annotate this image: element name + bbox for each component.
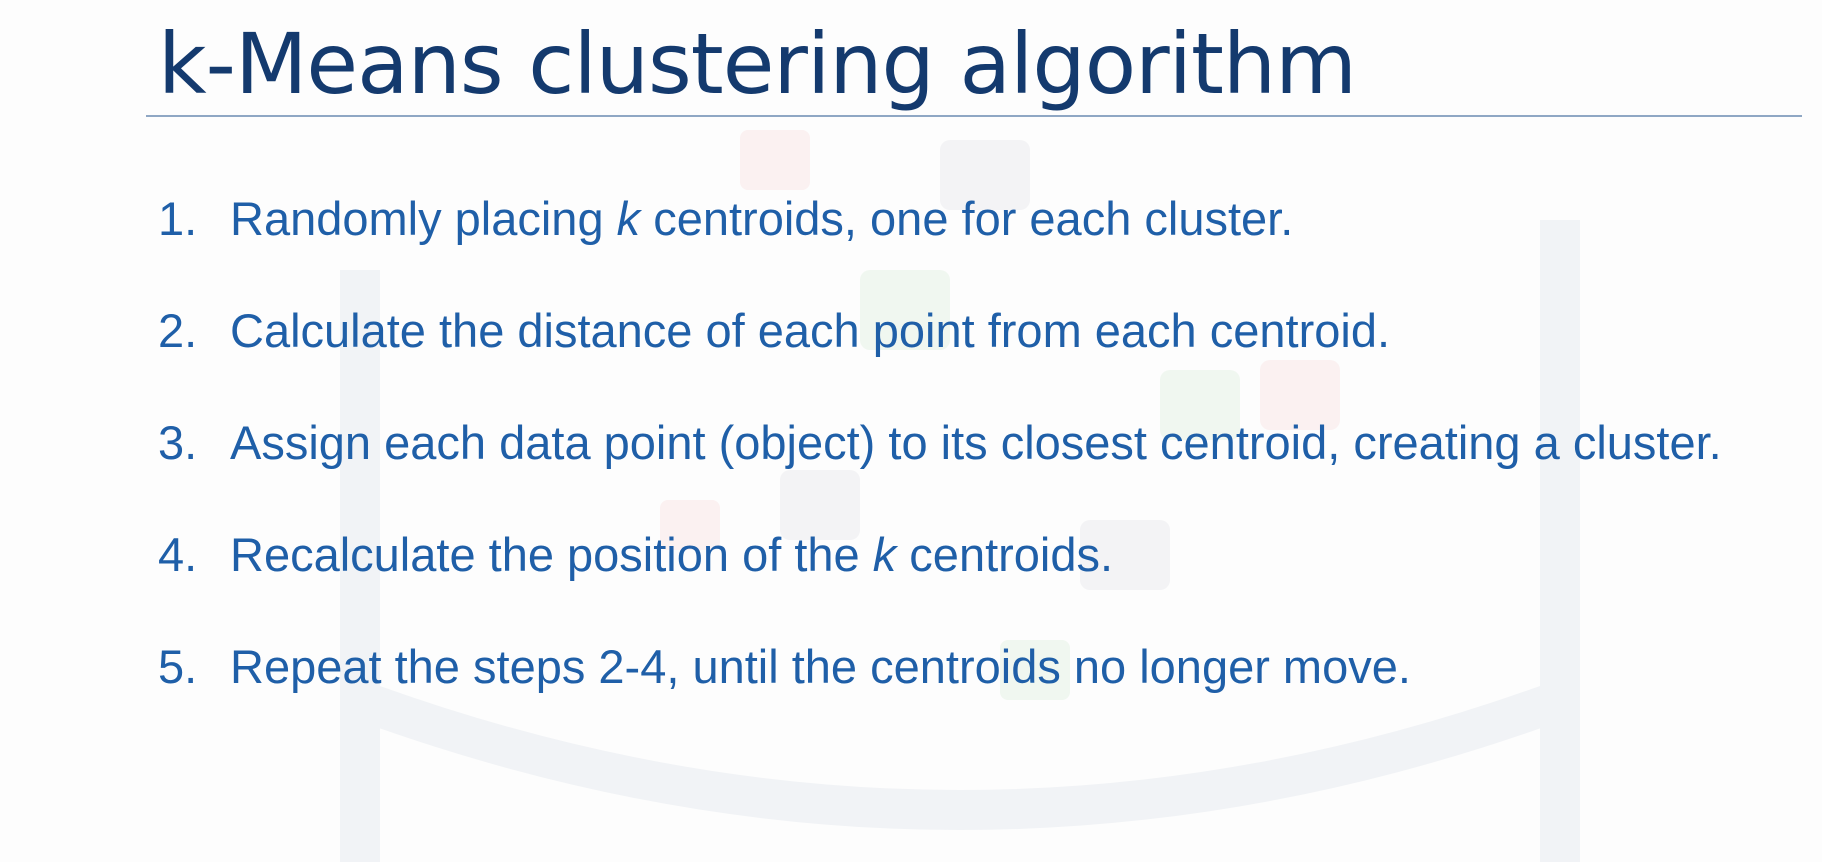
step-item: 1. Randomly placing k centroids, one for… bbox=[158, 188, 1758, 250]
step-text: Recalculate the position of the bbox=[230, 528, 873, 581]
step-number: 4. bbox=[158, 528, 198, 581]
algorithm-steps-list: 1. Randomly placing k centroids, one for… bbox=[158, 188, 1758, 698]
step-number: 1. bbox=[158, 192, 198, 245]
title-divider bbox=[146, 115, 1802, 117]
step-text-end: centroids. bbox=[896, 528, 1114, 581]
slide: k-Means clustering algorithm 1. Randomly… bbox=[0, 0, 1822, 862]
step-variable: k bbox=[616, 192, 641, 245]
step-text: Randomly placing bbox=[230, 192, 617, 245]
step-text: Calculate the distance of each point fro… bbox=[230, 304, 1391, 357]
step-variable: k bbox=[872, 528, 897, 581]
step-item: 2. Calculate the distance of each point … bbox=[158, 300, 1758, 362]
step-item: 5. Repeat the steps 2-4, until the centr… bbox=[158, 636, 1758, 698]
step-text-end: centroids, one for each cluster. bbox=[640, 192, 1294, 245]
slide-title: k-Means clustering algorithm bbox=[158, 15, 1357, 113]
step-text: Assign each data point (object) to its c… bbox=[230, 416, 1722, 469]
step-text: Repeat the steps 2-4, until the centroid… bbox=[230, 640, 1411, 693]
step-item: 4. Recalculate the position of the k cen… bbox=[158, 524, 1758, 586]
step-number: 2. bbox=[158, 304, 198, 357]
step-number: 3. bbox=[158, 416, 198, 469]
step-item: 3. Assign each data point (object) to it… bbox=[158, 412, 1758, 474]
step-number: 5. bbox=[158, 640, 198, 693]
